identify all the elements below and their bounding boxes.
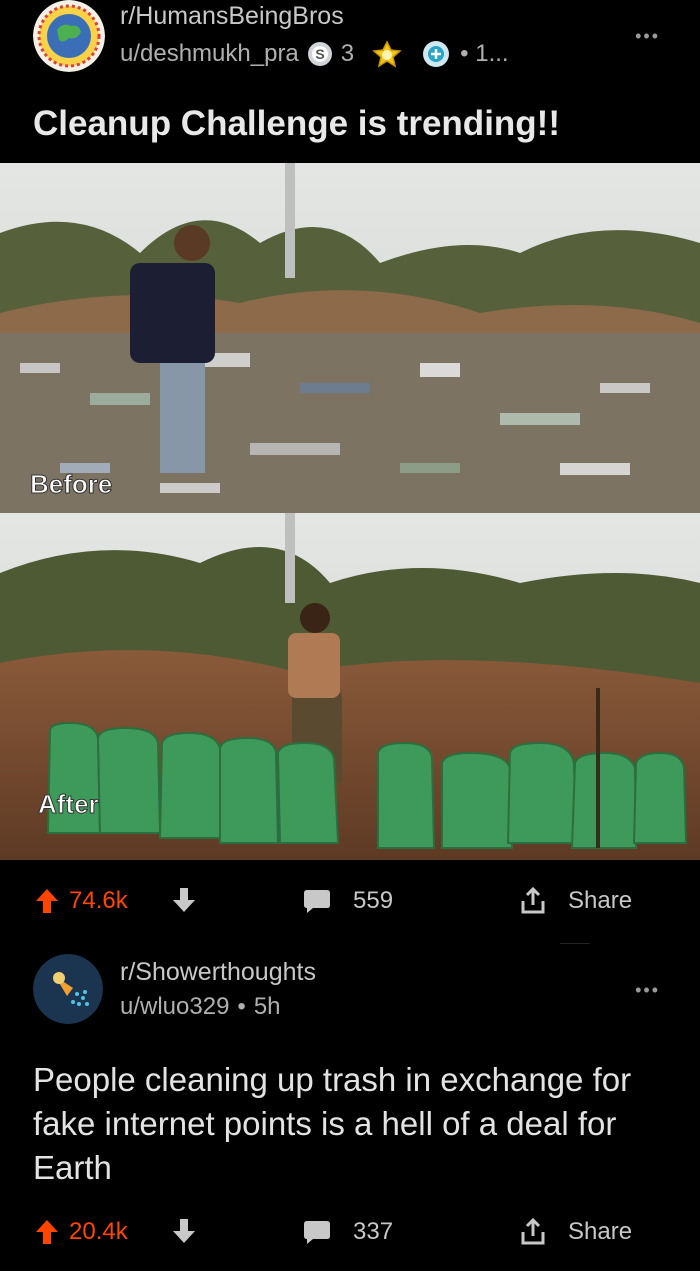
comment-icon: [304, 890, 330, 913]
gold-award-icon[interactable]: [372, 40, 402, 68]
subreddit-name[interactable]: r/Showerthoughts: [120, 958, 316, 987]
post-header: r/Showerthoughts u/wluo329 • 5h •••: [0, 940, 700, 1024]
post-card: r/HumansBeingBros u/deshmukh_pra S 3 • 1…: [0, 0, 700, 935]
share-icon: [521, 1218, 545, 1245]
after-photo: After: [0, 513, 700, 860]
downvote-icon[interactable]: [172, 887, 196, 913]
share-label: Share: [568, 887, 633, 914]
downvote-button[interactable]: [172, 1218, 196, 1244]
downvote-icon[interactable]: [172, 1218, 196, 1244]
subreddit-name[interactable]: r/HumansBeingBros: [120, 2, 344, 31]
comments-button[interactable]: 337: [303, 1218, 393, 1246]
post-meta: u/deshmukh_pra S 3 • 1...: [120, 40, 509, 68]
score: 20.4k: [69, 1218, 128, 1245]
comment-count: 337: [353, 1218, 394, 1245]
helpful-award-icon[interactable]: [422, 40, 450, 68]
comment-icon: [304, 1221, 330, 1244]
upvote-icon[interactable]: [35, 888, 59, 914]
share-icon: [521, 887, 545, 914]
subreddit-avatar-icon[interactable]: [33, 954, 103, 1024]
downvote-button[interactable]: [172, 887, 196, 913]
post-title[interactable]: Cleanup Challenge is trending!!: [33, 104, 560, 144]
score: 74.6k: [69, 887, 128, 914]
more-awards-count: 1...: [475, 40, 509, 67]
silver-award-icon[interactable]: S: [307, 41, 333, 67]
post-action-bar: 74.6k 559 Share: [0, 875, 700, 935]
post-age: 5h: [253, 993, 281, 1020]
more-awards: • 1...: [460, 40, 509, 67]
before-photo: Before: [0, 163, 700, 513]
upvote-icon[interactable]: [35, 1219, 59, 1245]
author-name[interactable]: u/deshmukh_pra: [120, 40, 299, 68]
share-label: Share: [568, 1218, 633, 1245]
svg-text:S: S: [315, 46, 324, 62]
comment-count: 559: [353, 887, 394, 914]
share-button[interactable]: Share: [520, 887, 632, 915]
post-action-bar: 20.4k 337 Share: [0, 1206, 700, 1266]
upvote-button[interactable]: 20.4k: [35, 1218, 128, 1246]
post-header: r/HumansBeingBros u/deshmukh_pra S 3 • 1…: [0, 0, 700, 80]
share-button[interactable]: Share: [520, 1218, 632, 1246]
award-count: 3: [340, 40, 355, 67]
author-name[interactable]: u/wluo329: [120, 993, 229, 1021]
after-label: After: [38, 789, 99, 819]
subreddit-avatar-icon[interactable]: [33, 0, 105, 72]
post-image[interactable]: Before After: [0, 163, 700, 860]
comments-button[interactable]: 559: [303, 887, 393, 915]
more-icon[interactable]: •••: [635, 980, 660, 1001]
post-title[interactable]: People cleaning up trash in exchange for…: [33, 1058, 673, 1190]
post-meta: u/wluo329 • 5h: [120, 993, 281, 1021]
before-label: Before: [30, 469, 112, 499]
more-icon[interactable]: •••: [635, 26, 660, 47]
post-card: r/Showerthoughts u/wluo329 • 5h ••• Peop…: [0, 940, 700, 1271]
meta-separator: •: [237, 993, 246, 1020]
upvote-button[interactable]: 74.6k: [35, 887, 128, 915]
